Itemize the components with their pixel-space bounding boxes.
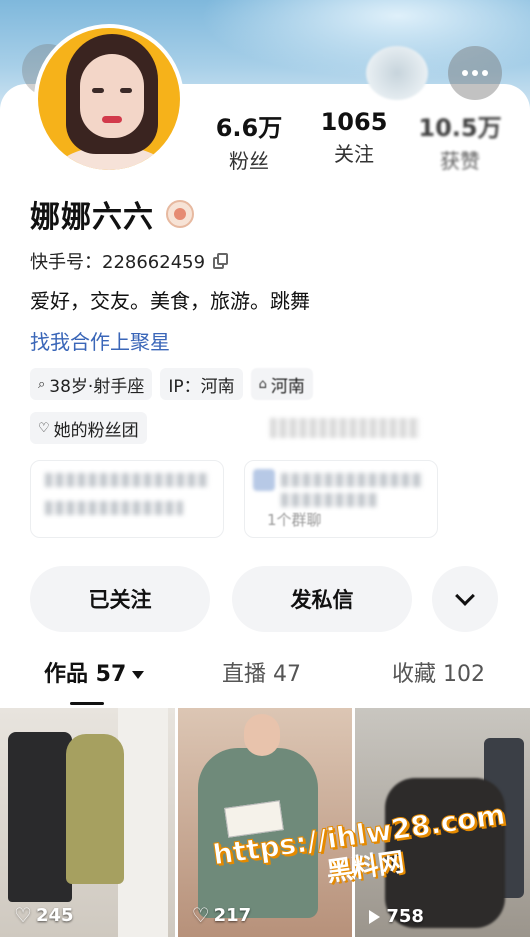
group-chat-card[interactable] bbox=[30, 460, 224, 538]
school-tag[interactable]: ⌂ 河南 bbox=[250, 368, 313, 400]
age-tag[interactable]: ⌕ 38岁·射手座 bbox=[30, 368, 153, 400]
heart-icon: ♡ bbox=[191, 903, 210, 927]
likes-label: 获赞 bbox=[440, 149, 480, 173]
video-count-value: 758 bbox=[386, 906, 424, 927]
chevron-down-icon bbox=[455, 585, 475, 606]
tab-favorites[interactable]: 收藏 102 bbox=[392, 656, 485, 688]
group-avatar bbox=[253, 469, 275, 491]
search-icon: ⌕ bbox=[38, 376, 46, 392]
following-label: 关注 bbox=[334, 142, 374, 166]
fans-label: 粉丝 bbox=[229, 149, 269, 173]
copy-icon[interactable] bbox=[213, 252, 229, 270]
age-tag-label: 38岁·射手座 bbox=[49, 376, 145, 397]
video-like-count: ♡ 217 bbox=[192, 903, 252, 927]
fanclub-label: 她的粉丝团 bbox=[53, 420, 139, 441]
school-tag-label: 河南 bbox=[270, 376, 305, 397]
active-tab-indicator bbox=[70, 702, 104, 705]
video-count-value: 217 bbox=[213, 904, 252, 926]
expand-button[interactable] bbox=[432, 566, 498, 632]
video-thumbnail[interactable]: ♡ 245 bbox=[0, 708, 175, 937]
user-id-row: 快手号：228662459 bbox=[30, 248, 229, 274]
more-dots-icon bbox=[462, 70, 488, 76]
video-count-value: 245 bbox=[35, 904, 74, 926]
likes-stat[interactable]: 10.5万 获赞 bbox=[410, 108, 510, 174]
caret-down-icon bbox=[132, 671, 145, 679]
fans-stat[interactable]: 6.6万 粉丝 bbox=[212, 108, 286, 174]
send-message-button[interactable]: 发私信 bbox=[232, 566, 412, 632]
content-tabs: 作品 57 直播 47 收藏 102 bbox=[0, 656, 530, 700]
likes-count: 10.5万 bbox=[418, 114, 502, 142]
play-icon bbox=[369, 909, 381, 924]
group-chat-card[interactable]: 1个群聊 bbox=[244, 460, 438, 538]
followed-button[interactable]: 已关注 bbox=[30, 566, 210, 632]
tab-live[interactable]: 直播 47 bbox=[222, 656, 301, 688]
heart-outline-icon: ♡ bbox=[38, 420, 50, 436]
avatar[interactable] bbox=[34, 24, 184, 174]
name-row: 娜娜六六 bbox=[30, 192, 194, 236]
fanclub-tag[interactable]: ♡ 她的粉丝团 bbox=[30, 412, 147, 444]
user-id: 快手号：228662459 bbox=[30, 252, 206, 273]
profile-tags: ⌕ 38岁·射手座 IP：河南 ⌂ 河南 bbox=[30, 368, 313, 400]
following-count: 1065 bbox=[320, 108, 388, 136]
video-like-count: ♡ 245 bbox=[14, 903, 74, 927]
heart-icon: ♡ bbox=[14, 903, 32, 927]
cooperate-link[interactable]: 找我合作上聚星 bbox=[30, 326, 170, 355]
tab-works-label: 作品 57 bbox=[44, 662, 127, 687]
graduation-cap-icon: ⌂ bbox=[258, 376, 267, 392]
ip-tag: IP：河南 bbox=[160, 368, 243, 400]
following-stat[interactable]: 1065 关注 bbox=[312, 108, 396, 167]
profile-bio: 爱好，交友。美食，旅游。跳舞 bbox=[30, 289, 310, 313]
blurred-text bbox=[270, 418, 420, 438]
tab-works[interactable]: 作品 57 bbox=[44, 656, 145, 688]
ip-tag-label: IP：河南 bbox=[168, 376, 235, 397]
more-options-button[interactable] bbox=[448, 46, 502, 100]
profile-name: 娜娜六六 bbox=[30, 200, 154, 235]
group-chat-count: 1个群聊 bbox=[267, 511, 322, 529]
video-play-count: 758 bbox=[369, 906, 424, 927]
share-button[interactable] bbox=[366, 46, 428, 100]
level-badge-icon[interactable] bbox=[166, 200, 194, 228]
fans-count: 6.6万 bbox=[215, 114, 283, 142]
